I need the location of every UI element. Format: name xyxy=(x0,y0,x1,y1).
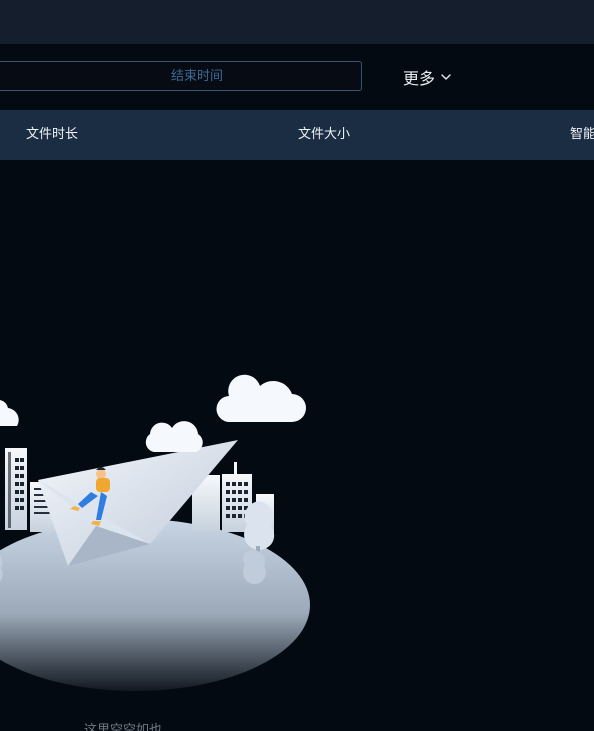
page: 更多 文件时长 文件大小 智能 xyxy=(0,0,594,731)
more-button[interactable]: 更多 xyxy=(403,66,451,88)
column-file-duration: 文件时长 xyxy=(26,127,79,142)
table-header: 文件时长 文件大小 智能 xyxy=(0,110,594,160)
more-label: 更多 xyxy=(403,69,436,88)
empty-state-illustration xyxy=(0,374,310,691)
end-time-input[interactable] xyxy=(0,61,362,91)
column-smart: 智能 xyxy=(570,127,594,142)
filter-row: 更多 xyxy=(0,44,594,110)
column-file-size: 文件大小 xyxy=(298,127,351,142)
chevron-down-icon xyxy=(441,73,451,81)
empty-state-text: 这里空空如也 xyxy=(84,723,163,731)
top-bar xyxy=(0,0,594,44)
